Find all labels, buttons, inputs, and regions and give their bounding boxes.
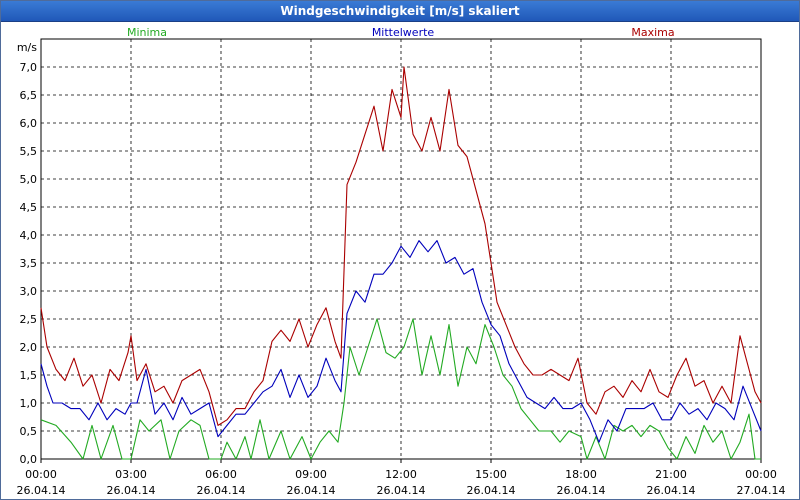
x-tick-date: 26.04.14 xyxy=(107,484,156,497)
y-tick-label: 2,0 xyxy=(20,341,38,354)
x-tick-time: 09:00 xyxy=(295,468,327,481)
x-tick-time: 06:00 xyxy=(205,468,237,481)
x-tick-date: 26.04.14 xyxy=(557,484,606,497)
title-bar: Windgeschwindigkeit [m/s] skaliert xyxy=(1,1,799,22)
x-tick-date: 27.04.14 xyxy=(737,484,786,497)
x-tick-time: 15:00 xyxy=(475,468,507,481)
window-title: Windgeschwindigkeit [m/s] skaliert xyxy=(280,4,520,18)
y-tick-label: 6,5 xyxy=(20,89,38,102)
y-tick-label: 1,0 xyxy=(20,397,38,410)
x-tick-time: 00:00 xyxy=(745,468,777,481)
x-tick-time: 00:00 xyxy=(25,468,57,481)
y-tick-label: 4,0 xyxy=(20,229,38,242)
y-tick-label: 7,0 xyxy=(20,61,38,74)
wind-speed-chart: 0,0 0,5 1,0 1,5 2,0 2,5 3,0 3,5 4,0 4,5 5,0 5,5 6,0 6… xyxy=(17,26,786,497)
x-tick-date: 26.04.14 xyxy=(467,484,516,497)
y-tick-label: 5,0 xyxy=(20,173,38,186)
y-tick-label: 1,5 xyxy=(20,369,38,382)
x-tick-date: 26.04.14 xyxy=(17,484,66,497)
chart-window: Windgeschwindigkeit [m/s] skaliert 0,0 0,… xyxy=(0,0,800,500)
x-tick-date: 26.04.14 xyxy=(197,484,246,497)
x-tick-time: 03:00 xyxy=(115,468,147,481)
y-tick-label: 4,5 xyxy=(20,201,38,214)
x-tick-date: 26.04.14 xyxy=(377,484,426,497)
y-tick-label: 2,5 xyxy=(20,313,38,326)
legend-mittelwerte: Mittelwerte xyxy=(372,26,435,39)
legend-minima: Minima xyxy=(127,26,167,39)
x-tick-date: 26.04.14 xyxy=(287,484,336,497)
legend-maxima: Maxima xyxy=(631,26,674,39)
y-tick-label: 6,0 xyxy=(20,117,38,130)
y-tick-label: 3,0 xyxy=(20,285,38,298)
y-tick-label: 3,5 xyxy=(20,257,38,270)
y-axis-label: m/s xyxy=(17,41,37,54)
x-tick-time: 21:00 xyxy=(655,468,687,481)
x-tick-time: 18:00 xyxy=(565,468,597,481)
x-tick-time: 12:00 xyxy=(385,468,417,481)
y-tick-label: 5,5 xyxy=(20,145,38,158)
y-tick-label: 0,0 xyxy=(20,453,38,466)
x-tick-date: 26.04.14 xyxy=(647,484,696,497)
y-tick-label: 0,5 xyxy=(20,425,38,438)
